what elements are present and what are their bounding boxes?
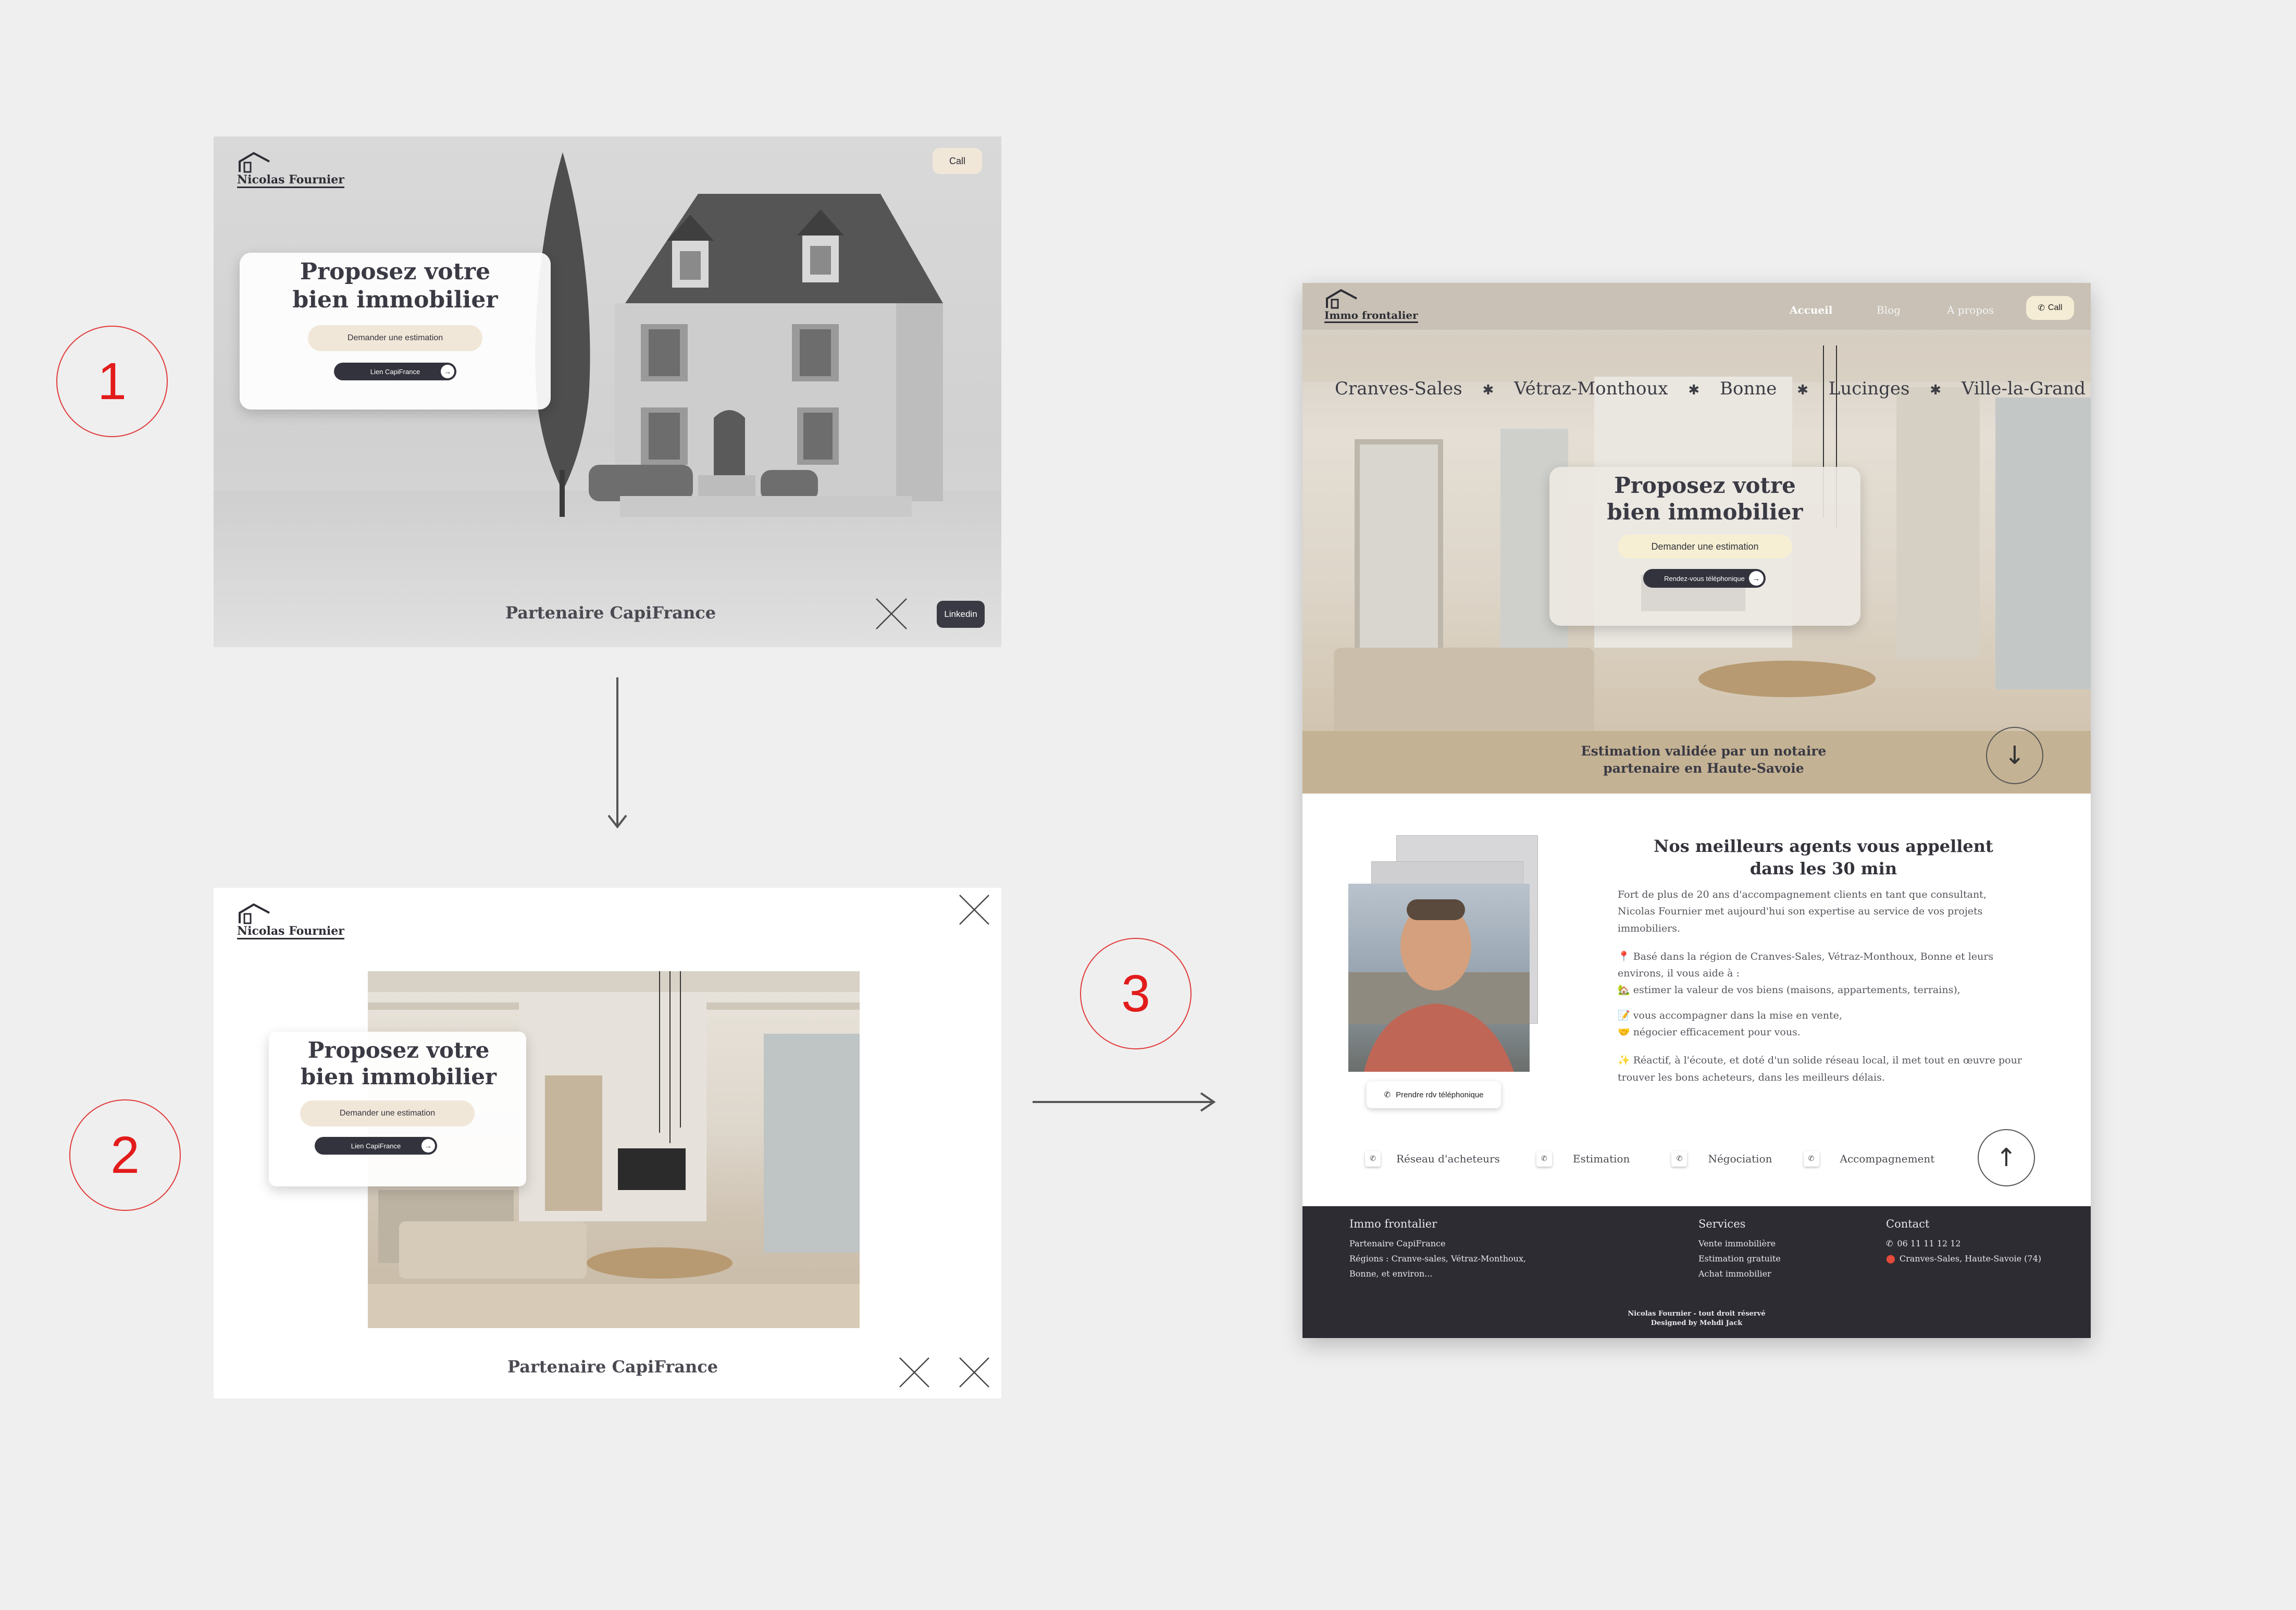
asterisk-icon: ✱ — [1688, 382, 1700, 398]
book-call-button[interactable]: ✆ Prendre rdv téléphonique — [1367, 1081, 1501, 1108]
close-icon[interactable] — [959, 894, 990, 925]
capifrance-link-button[interactable]: Lien CapiFrance → — [334, 363, 456, 381]
logo-text: Nicolas Fournier — [237, 924, 344, 939]
town-item: Lucinges — [1828, 378, 1910, 399]
close-icon[interactable] — [959, 1357, 990, 1388]
phone-icon: ✆ — [2038, 304, 2045, 313]
town-item: Ville-la-Grand — [1961, 378, 2086, 399]
arrow-right-icon: → — [1749, 571, 1764, 586]
arrow-down-icon: ↓ — [2004, 741, 2026, 770]
footer-link[interactable]: Estimation gratuite — [1698, 1254, 1781, 1264]
footer-col-brand: Immo frontalier Partenaire CapiFrance Ré… — [1349, 1218, 1526, 1279]
step-number-1: 1 — [56, 326, 168, 437]
linkedin-button[interactable]: Linkedin — [937, 601, 985, 628]
nav-about[interactable]: A propos — [1947, 304, 1994, 316]
partner-caption: Partenaire CapiFrance — [507, 1357, 718, 1377]
nav-home[interactable]: Accueil — [1790, 304, 1832, 316]
arrow-right-icon: → — [421, 1139, 435, 1153]
footer-col-contact: Contact ✆ 06 11 11 12 12 ⬤ Cranves-Sales, … — [1886, 1218, 2042, 1264]
town-item: Bonne — [1720, 378, 1777, 399]
asterisk-icon: ✱ — [1797, 382, 1808, 398]
town-item: Vétraz-Monthoux — [1514, 378, 1668, 399]
footer-link[interactable]: Vente immobilière — [1698, 1239, 1781, 1248]
agent-description: Fort de plus de 20 ans d'accompagnement … — [1618, 889, 2022, 1083]
arrow-right-connector — [1033, 1092, 1216, 1112]
service-item: Négociation — [1708, 1153, 1772, 1165]
notary-note: Estimation validée par un notaire parten… — [1581, 744, 1827, 776]
hero-card: Proposez votre bien immobilier Demander … — [240, 253, 551, 410]
agent-photo — [1348, 884, 1530, 1072]
phone-icon: ✆ — [1536, 1151, 1552, 1167]
footer-link[interactable]: Achat immobilier — [1698, 1269, 1781, 1279]
estimate-button[interactable]: Demander une estimation — [308, 325, 482, 352]
arrow-up-icon: ↑ — [1995, 1143, 2017, 1172]
brand-logo[interactable]: Nicolas Fournier — [237, 903, 344, 939]
service-item: Estimation — [1572, 1153, 1630, 1165]
town-item: Cranves-Sales — [1335, 378, 1462, 399]
service-item: Accompagnement — [1840, 1153, 1935, 1165]
towns-marquee: Cranves-Sales ✱ Vétraz-Monthoux ✱ Bonne … — [1335, 378, 2091, 399]
call-button[interactable]: ✆ Call — [2026, 296, 2074, 320]
capifrance-link-button[interactable]: Lien CapiFrance → — [315, 1137, 437, 1155]
nav-blog[interactable]: Blog — [1877, 304, 1901, 316]
house-logo-icon — [239, 152, 270, 173]
phone-appointment-button[interactable]: Rendez-vous téléphonique → — [1643, 569, 1766, 588]
mockup-frame-2: Nicolas Fournier Proposez votre bien imm… — [214, 888, 1001, 1398]
partner-caption: Partenaire CapiFrance — [505, 603, 716, 623]
website-mockup: Immo frontalier Accueil Blog A propos ✆ C… — [1302, 283, 2091, 1338]
phone-icon: ✆ — [1384, 1091, 1391, 1099]
service-item: Réseau d'acheteurs — [1396, 1153, 1500, 1165]
hero-section: Immo frontalier Accueil Blog A propos ✆ C… — [1302, 283, 2091, 794]
arrow-right-icon: → — [441, 365, 454, 379]
phone-icon: ✆ — [1365, 1151, 1381, 1167]
logo-text: Nicolas Fournier — [237, 173, 344, 188]
estimate-button[interactable]: Demander une estimation — [1618, 535, 1792, 559]
site-logo[interactable]: Immo frontalier — [1324, 289, 1418, 323]
house-illustration — [589, 194, 943, 517]
phone-icon: ✆ — [1804, 1151, 1819, 1167]
house-logo-icon — [1326, 289, 1357, 309]
hero-title: Proposez votre bien immobilier — [1607, 473, 1803, 525]
asterisk-icon: ✱ — [1930, 382, 1942, 398]
step-number-2: 2 — [69, 1099, 181, 1211]
site-footer: Immo frontalier Partenaire CapiFrance Ré… — [1302, 1206, 2091, 1338]
asterisk-icon: ✱ — [1482, 382, 1494, 398]
services-row: ✆ Réseau d'acheteurs ✆ Estimation ✆ Négo… — [1365, 1151, 1964, 1167]
close-icon[interactable] — [899, 1357, 930, 1388]
house-logo-icon — [239, 903, 270, 924]
hero-title: Proposez votre bien immobilier — [292, 258, 498, 313]
mockup-frame-1: Nicolas Fournier Call Proposez votre bie… — [214, 137, 1001, 647]
logo-text: Immo frontalier — [1324, 309, 1418, 323]
footer-col-services: Services Vente immobilière Estimation gr… — [1698, 1218, 1781, 1279]
close-icon[interactable] — [875, 598, 908, 630]
footer-link[interactable]: Partenaire CapiFrance — [1349, 1239, 1526, 1248]
agents-title: Nos meilleurs agents vous appellent dans… — [1654, 836, 1993, 879]
phone-icon: ✆ — [1671, 1151, 1687, 1167]
scroll-top-button[interactable]: ↑ — [1978, 1129, 2035, 1186]
pin-icon: ⬤ — [1886, 1254, 1895, 1264]
scroll-down-button[interactable]: ↓ — [1986, 727, 2043, 784]
estimate-button[interactable]: Demander une estimation — [300, 1100, 475, 1127]
hero-title: Proposez votre bien immobilier — [300, 1037, 497, 1090]
hero-card: Proposez votre bien immobilier Demander … — [269, 1032, 526, 1186]
footer-copyright: Nicolas Fournier - tout droit réservé De… — [1628, 1310, 1766, 1328]
phone-icon: ✆ — [1886, 1239, 1893, 1248]
call-button[interactable]: Call — [933, 148, 982, 174]
step-number-3: 3 — [1080, 938, 1192, 1049]
brand-logo[interactable]: Nicolas Fournier — [237, 152, 344, 188]
arrow-down-connector — [607, 677, 627, 829]
hero-card: Proposez votre bien immobilier Demander … — [1549, 467, 1860, 626]
